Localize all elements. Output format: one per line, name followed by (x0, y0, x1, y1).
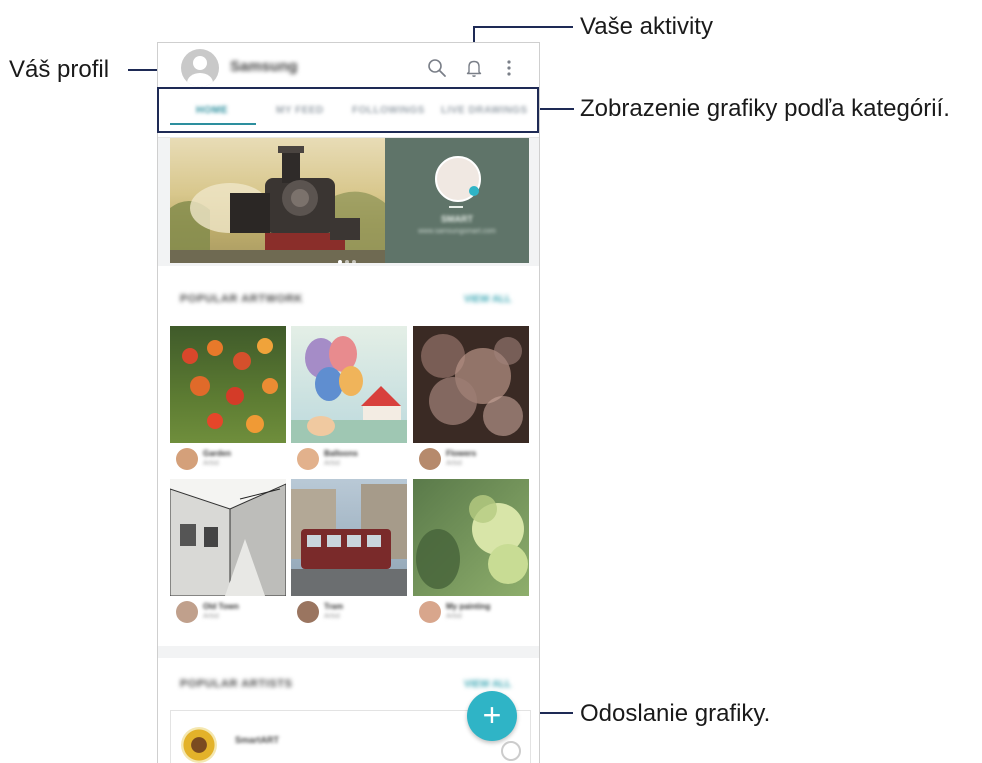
popular-artwork-title: POPULAR ARTWORK (180, 293, 303, 305)
more-options-icon[interactable] (498, 57, 520, 79)
artist-avatar (419, 448, 441, 470)
callout-upload: Odoslanie grafiky. (580, 700, 771, 727)
popular-artists-title: POPULAR ARTISTS (180, 678, 293, 690)
artwork-artist-name: Garden (203, 449, 232, 458)
phone-screen: Samsung HOME MY FEED FOLLOWINGS LIVE DRA… (157, 42, 540, 763)
artwork-card[interactable]: Garden Artist (170, 326, 286, 476)
artwork-artist-sub: Artist (203, 460, 219, 467)
callout-line-categories (538, 108, 574, 110)
artwork-card[interactable]: Old Town Artist (170, 479, 286, 629)
artwork-image (291, 479, 407, 596)
artist-avatar (297, 448, 319, 470)
artwork-artist-name: Balloons (324, 449, 358, 458)
upload-artwork-button[interactable]: + (467, 691, 517, 741)
artwork-artist-sub: Artist (324, 613, 340, 620)
callout-activities: Vaše aktivity (580, 13, 713, 40)
avatar-body (187, 73, 213, 87)
artwork-artist-sub: Artist (446, 613, 462, 620)
artwork-artist-name: Flowers (446, 449, 477, 458)
search-icon[interactable] (426, 57, 448, 79)
banner-divider (449, 206, 463, 208)
follow-badge-icon (469, 186, 479, 196)
artwork-artist-sub: Artist (203, 613, 219, 620)
bell-icon[interactable] (463, 57, 485, 79)
banner-artist-panel[interactable]: SMART www.samsungsmart.com (385, 138, 529, 263)
callout-categories: Zobrazenie grafiky podľa kategórií. (580, 95, 950, 122)
callout-profile: Váš profil (9, 56, 110, 83)
banner-artist-name: SMART (441, 214, 473, 224)
app-title: Samsung (230, 58, 298, 75)
artwork-image (170, 479, 286, 596)
artwork-artist-name: Tram (324, 602, 344, 611)
artist-avatar (297, 601, 319, 623)
callout-line-activities-h (473, 26, 573, 28)
artwork-card[interactable]: Tram Artist (291, 479, 407, 629)
banner-artist-sub: www.samsungsmart.com (418, 228, 496, 235)
app-bar: Samsung (158, 43, 539, 93)
link-icon[interactable] (501, 741, 521, 761)
profile-avatar[interactable] (181, 49, 219, 87)
avatar-head (193, 56, 207, 70)
artwork-image (291, 326, 407, 443)
artwork-image (170, 326, 286, 443)
tabs-highlight-box (157, 87, 539, 133)
popular-artists-view-all[interactable]: VIEW ALL (464, 679, 511, 690)
artist-avatar (419, 601, 441, 623)
banner-artwork[interactable] (170, 138, 385, 263)
popular-artwork-view-all[interactable]: VIEW ALL (464, 294, 511, 305)
artwork-card[interactable]: My painting Artist (413, 479, 529, 629)
artwork-image (413, 326, 529, 443)
content-area: SMART www.samsungsmart.com POPULAR ARTWO… (158, 138, 539, 763)
artwork-artist-name: My painting (446, 602, 491, 611)
artwork-image (413, 479, 529, 596)
artist-avatar (181, 727, 217, 763)
artwork-card[interactable]: Flowers Artist (413, 326, 529, 476)
artist-avatar (176, 448, 198, 470)
artwork-artist-sub: Artist (446, 460, 462, 467)
artist-avatar (176, 601, 198, 623)
artwork-card[interactable]: Balloons Artist (291, 326, 407, 476)
artwork-artist-sub: Artist (324, 460, 340, 467)
plus-icon: + (482, 697, 502, 733)
artist-name: SmartART (235, 735, 280, 745)
artwork-artist-name: Old Town (203, 602, 239, 611)
